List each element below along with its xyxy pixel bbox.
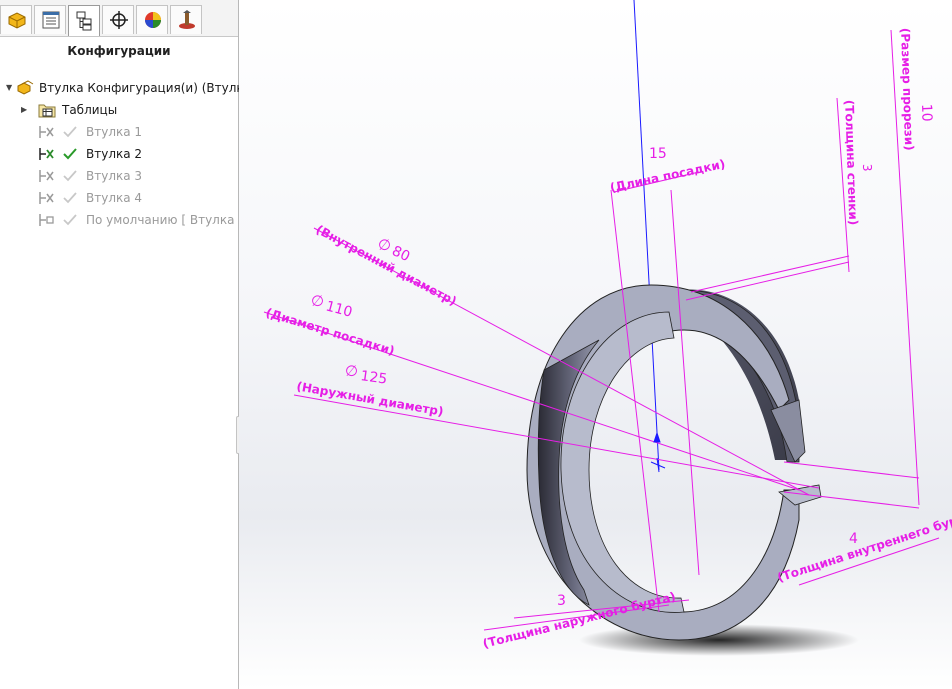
- config-item[interactable]: По умолчанию [ Втулка ]: [0, 210, 243, 230]
- configuration-tree-icon: [39, 192, 54, 204]
- dimension-80[interactable]: ∅ 80 (Внутренний диаметр): [314, 222, 459, 308]
- diameter-symbol: ∅: [378, 236, 391, 254]
- configuration-manager-panel: Конфигурации ▼ Втулка Конфигурация(и) (В…: [0, 0, 267, 689]
- part-icon: [8, 12, 26, 29]
- default-configuration-icon: [39, 214, 54, 226]
- checkmark-icon: [63, 192, 77, 204]
- checkmark-icon: [63, 126, 77, 138]
- part-configurations-icon: [17, 80, 34, 95]
- tree-root[interactable]: ▼ Втулка Конфигурация(и) (Втулка 2): [0, 78, 267, 98]
- property-list-icon: [42, 11, 60, 29]
- config-item-active[interactable]: Втулка 2: [0, 144, 238, 164]
- appearance-sphere-icon: [145, 12, 161, 28]
- configuration-tree-icon: [39, 170, 54, 182]
- dimension-4[interactable]: 4 (Толщина внутреннего бурта): [776, 507, 952, 585]
- dim-value: 110: [324, 298, 354, 320]
- configuration-tree-icon: [39, 148, 54, 160]
- dimension-10[interactable]: 10 (Размер прорези): [898, 28, 935, 151]
- tool-icon: [179, 10, 195, 29]
- tab-dimxpert-manager[interactable]: [102, 5, 134, 34]
- crosshair-icon: [110, 11, 128, 29]
- dim-value: 3: [860, 164, 874, 172]
- dim-value: 125: [359, 368, 388, 388]
- tab-feature-manager[interactable]: [0, 5, 32, 34]
- dim-name: (Размер прорези): [898, 28, 916, 151]
- tree-item-tables[interactable]: ▶ Таблицы: [0, 100, 238, 120]
- diameter-symbol: ∅: [345, 362, 358, 380]
- checkmark-icon: [63, 214, 77, 226]
- checkmark-icon: [63, 148, 77, 160]
- dim-value: 15: [649, 146, 667, 162]
- config-item-label: Втулка 1: [86, 125, 143, 139]
- tab-property-manager[interactable]: [34, 5, 66, 34]
- dimension-110[interactable]: ∅ 110 (Диаметр посадки): [264, 292, 396, 358]
- dim-line-10-a: [783, 461, 920, 479]
- config-item-label: Втулка 2: [86, 147, 143, 161]
- configuration-icon: [76, 11, 92, 31]
- config-item[interactable]: Втулка 4: [0, 188, 238, 208]
- dim-line-3-wall-b: [685, 261, 850, 301]
- dimension-125[interactable]: ∅ 125 (Наружный диаметр): [295, 362, 444, 419]
- configuration-tree-icon: [39, 126, 54, 138]
- collapse-arrow-icon[interactable]: ▼: [6, 78, 16, 98]
- axis-line: [633, 0, 660, 471]
- manager-tabs: [0, 0, 238, 37]
- model-scene[interactable]: 15 (Длина посадки) 3 (Толщина стенки) 10…: [239, 0, 952, 689]
- graphics-viewport[interactable]: 15 (Длина посадки) 3 (Толщина стенки) 10…: [239, 0, 952, 689]
- dim-line-15-ext: [670, 189, 700, 576]
- dim-name: (Толщина внутреннего бурта): [776, 507, 952, 585]
- checkmark-icon: [63, 170, 77, 182]
- tables-folder-icon: [38, 104, 56, 118]
- config-item-label: Втулка 4: [86, 191, 143, 205]
- config-item[interactable]: Втулка 3: [0, 166, 238, 186]
- dimension-3-wall[interactable]: 3 (Толщина стенки): [842, 100, 874, 226]
- tab-display-manager[interactable]: [136, 5, 168, 34]
- tab-cam-manager[interactable]: [170, 5, 202, 34]
- expand-arrow-icon[interactable]: ▶: [21, 100, 31, 120]
- tab-configuration-manager[interactable]: [68, 5, 100, 36]
- config-item-label: Втулка 3: [86, 169, 143, 183]
- dim-line-3-wall: [690, 255, 850, 293]
- tree-root-label: Втулка Конфигурация(и) (Втулка 2): [39, 81, 268, 95]
- dimension-15[interactable]: 15 (Длина посадки): [609, 146, 727, 195]
- dim-value: 3: [557, 593, 566, 609]
- diameter-symbol: ∅: [311, 292, 324, 310]
- dim-name: (Длина посадки): [609, 157, 727, 195]
- config-item-label: По умолчанию [ Втулка ]: [86, 213, 243, 227]
- config-item[interactable]: Втулка 1: [0, 122, 238, 142]
- tree-item-tables-label: Таблицы: [62, 103, 118, 117]
- panel-title: Конфигурации: [67, 44, 171, 58]
- dim-value: 10: [918, 104, 935, 122]
